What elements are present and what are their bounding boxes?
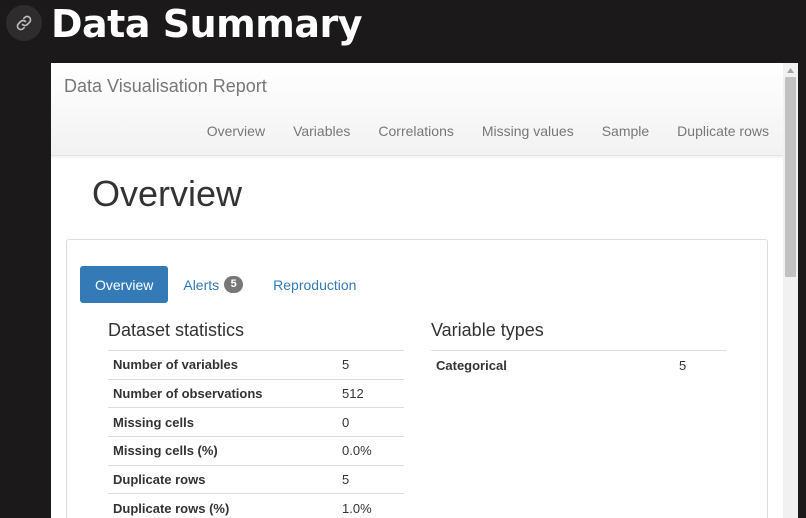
- vertical-scrollbar[interactable]: [783, 63, 798, 518]
- dataset-statistics-table: Number of variables 5 Number of observatio…: [108, 350, 404, 518]
- report-frame: Data Visualisation Report Overview Varia…: [51, 63, 798, 518]
- tab-reproduction[interactable]: Reproduction: [258, 266, 371, 303]
- stat-value: 5: [337, 350, 404, 380]
- stat-label: Duplicate rows (%): [108, 493, 337, 518]
- section-title: Overview: [92, 173, 243, 214]
- stat-value: 1.0%: [337, 493, 404, 518]
- stat-value: 0: [337, 407, 404, 437]
- scroll-up-button[interactable]: [783, 63, 798, 77]
- report-navbar: Data Visualisation Report Overview Varia…: [51, 63, 783, 156]
- table-row: Number of observations 512: [108, 378, 404, 408]
- stat-label: Number of variables: [108, 350, 337, 380]
- tab-alerts-label: Alerts: [183, 276, 220, 293]
- table-row: Duplicate rows 5: [108, 464, 404, 494]
- arrow-up-icon: [787, 67, 794, 73]
- dataset-statistics-title: Dataset statistics: [108, 320, 245, 340]
- table-row: Number of variables 5: [108, 350, 404, 380]
- nav-overview[interactable]: Overview: [193, 123, 279, 139]
- alerts-count-badge: 5: [224, 276, 244, 293]
- stat-label: Categorical: [431, 350, 674, 380]
- tab-alerts[interactable]: Alerts 5: [168, 266, 258, 303]
- table-row: Missing cells (%) 0.0%: [108, 436, 404, 466]
- stat-value: 5: [674, 350, 726, 380]
- tab-overview[interactable]: Overview: [80, 266, 169, 303]
- page-title: Data Summary: [51, 2, 363, 46]
- brand-link[interactable]: Data Visualisation Report: [64, 76, 267, 97]
- link-icon: [16, 15, 32, 31]
- table-row: Missing cells 0: [108, 407, 404, 437]
- stat-value: 512: [337, 378, 404, 408]
- table-row: Duplicate rows (%) 1.0%: [108, 493, 404, 518]
- nav-correlations[interactable]: Correlations: [364, 123, 467, 139]
- table-row: Categorical 5: [431, 350, 726, 380]
- stat-label: Missing cells (%): [108, 436, 337, 466]
- variable-types-table: Categorical 5: [431, 350, 726, 380]
- stat-label: Number of observations: [108, 378, 337, 408]
- nav-duplicate-rows[interactable]: Duplicate rows: [663, 123, 783, 139]
- stat-value: 0.0%: [337, 436, 404, 466]
- stat-label: Missing cells: [108, 407, 337, 437]
- variable-types-title: Variable types: [431, 320, 544, 340]
- nav-missing-values[interactable]: Missing values: [468, 123, 588, 139]
- stat-label: Duplicate rows: [108, 464, 337, 494]
- nav-sample[interactable]: Sample: [588, 123, 663, 139]
- overview-tabs: Overview Alerts 5 Reproduction: [80, 266, 371, 303]
- stat-value: 5: [337, 464, 404, 494]
- link-button[interactable]: [6, 5, 42, 41]
- nav-links: Overview Variables Correlations Missing …: [193, 123, 783, 139]
- nav-variables[interactable]: Variables: [279, 123, 364, 139]
- scrollbar-thumb[interactable]: [785, 77, 796, 277]
- overview-panel: Overview Alerts 5 Reproduction Dataset s…: [66, 239, 768, 518]
